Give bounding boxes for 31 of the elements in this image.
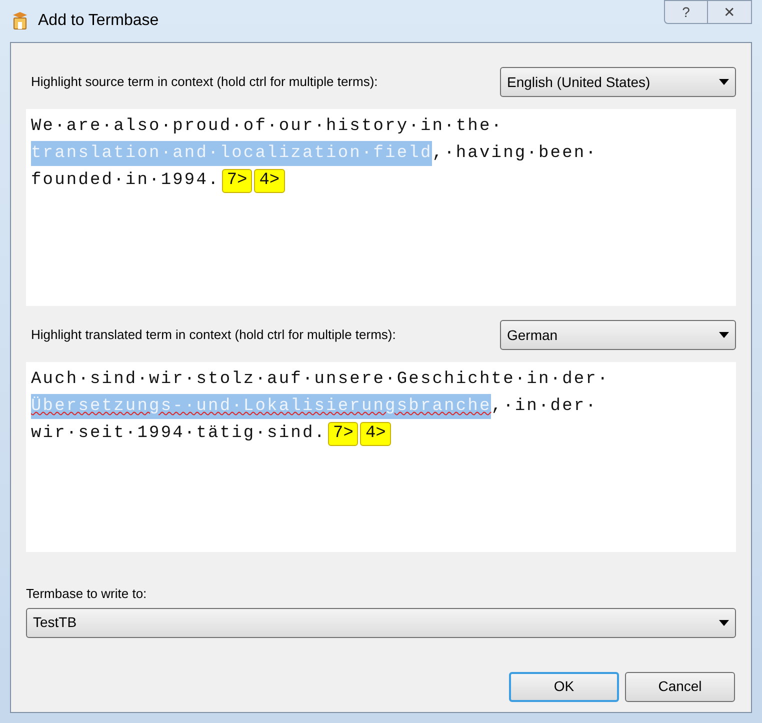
dropdown-arrow-icon [719,79,729,85]
termbase-dropdown[interactable]: TestTB [26,608,736,638]
highlighted-term: translation·and·localization·field [31,140,432,166]
dialog-button[interactable]: Cancel [625,672,735,702]
dropdown-arrow-icon [719,332,729,338]
window-title: Add to Termbase [38,11,159,31]
context-text: wir·seit·1994·tätig·sind. [31,422,326,445]
termbase-value: TestTB [33,613,78,632]
close-button[interactable]: ✕ [708,0,752,24]
dropdown-arrow-icon [719,620,729,626]
context-text: Auch·sind·wir·stolz·auf·unsere·Geschichte·in·der· [31,368,610,391]
context-text-area[interactable]: Auch·sind·wir·stolz·auf·unsere·Geschichte·in·der· Übersetzungs-·und·Lokalisierungsbranche,·in·der· wir·seit·1994·tätig·sind. 7> 4> [26,362,736,552]
language-dropdown[interactable]: German [500,320,736,350]
tag-marker: 4> [254,168,285,192]
language-dropdown[interactable]: English (United States) [500,67,736,97]
tag-marker: 7> [328,422,358,446]
help-button[interactable]: ? [664,0,708,24]
termbase-label: Termbase to write to: [26,585,148,603]
context-text: ,·having·been· [432,142,598,165]
highlighted-term: Übersetzungs-·und·Lokalisierungsbranche [31,394,492,420]
dialog-button[interactable]: OK [509,672,619,702]
context-label: Highlight source term in context (hold ctrl for multiple terms): [30,73,378,92]
context-text: We·are·also·proud·of·our·history·in·the· [31,116,504,138]
context-text: founded·in·1994. [31,170,220,192]
tag-marker: 4> [360,422,391,446]
context-label: Highlight translated term in context (hold ctrl for multiple terms): [30,326,396,344]
context-text: ,·in·der· [491,396,598,418]
context-text-area[interactable]: We·are·also·proud·of·our·history·in·the· translation·and·localization·field,·having·been· founded·in·1994. 7> 4> [26,109,736,306]
language-value: German [507,326,559,344]
language-value: English (United States) [507,72,652,92]
tag-marker: 7> [222,168,252,192]
